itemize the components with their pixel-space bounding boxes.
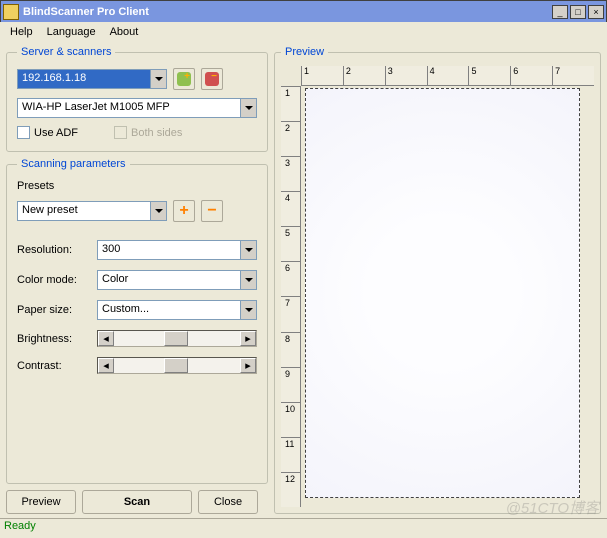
brightness-thumb[interactable] xyxy=(164,331,188,346)
add-server-button[interactable] xyxy=(173,68,195,90)
resolution-combo[interactable]: 300 xyxy=(97,240,257,260)
ruler-tick: 1 xyxy=(301,66,343,85)
contrast-slider[interactable]: ◂ ▸ xyxy=(97,357,257,374)
close-button[interactable]: Close xyxy=(198,490,258,514)
ruler-tick: 11 xyxy=(281,437,300,472)
brightness-label: Brightness: xyxy=(17,333,97,345)
arrow-left-icon[interactable]: ◂ xyxy=(98,331,114,346)
brightness-track[interactable] xyxy=(114,331,240,346)
app-icon xyxy=(3,4,19,20)
chevron-down-icon[interactable] xyxy=(150,202,166,220)
server-scanners-legend: Server & scanners xyxy=(17,46,115,58)
preview-group: Preview 1234567 123456789101112 xyxy=(274,46,601,514)
remove-server-icon xyxy=(205,72,219,86)
remove-server-button[interactable] xyxy=(201,68,223,90)
both-sides-label: Both sides xyxy=(131,127,182,139)
preset-value: New preset xyxy=(18,202,150,220)
contrast-track[interactable] xyxy=(114,358,240,373)
ruler-tick: 6 xyxy=(510,66,552,85)
arrow-left-icon[interactable]: ◂ xyxy=(98,358,114,373)
status-text: Ready xyxy=(4,520,36,532)
ruler-vertical: 123456789101112 xyxy=(281,86,301,507)
scanner-value: WIA-HP LaserJet M1005 MFP xyxy=(18,99,240,117)
both-sides-checkbox xyxy=(114,126,127,139)
ruler-tick: 2 xyxy=(281,121,300,156)
preview-page[interactable] xyxy=(305,88,580,498)
colormode-label: Color mode: xyxy=(17,274,97,286)
remove-preset-button[interactable]: − xyxy=(201,200,223,222)
ruler-tick: 5 xyxy=(468,66,510,85)
statusbar: Ready xyxy=(0,518,607,536)
ruler-tick: 5 xyxy=(281,226,300,261)
scanning-parameters-group: Scanning parameters Presets New preset +… xyxy=(6,158,268,484)
titlebar[interactable]: BlindScanner Pro Client _ □ × xyxy=(0,0,607,22)
arrow-right-icon[interactable]: ▸ xyxy=(240,358,256,373)
scanner-combo[interactable]: WIA-HP LaserJet M1005 MFP xyxy=(17,98,257,118)
ruler-tick: 3 xyxy=(281,156,300,191)
menu-help[interactable]: Help xyxy=(4,24,39,40)
ruler-tick: 1 xyxy=(281,86,300,121)
ruler-tick: 12 xyxy=(281,472,300,507)
preview-button[interactable]: Preview xyxy=(6,490,76,514)
scan-button[interactable]: Scan xyxy=(82,490,192,514)
close-window-button[interactable]: × xyxy=(588,5,604,19)
server-ip-combo[interactable]: 192.168.1.18 xyxy=(17,69,167,89)
use-adf-checkbox[interactable] xyxy=(17,126,30,139)
menu-about[interactable]: About xyxy=(104,24,145,40)
preview-area[interactable]: 1234567 123456789101112 xyxy=(281,66,594,507)
menubar: Help Language About xyxy=(0,22,607,42)
server-ip-value: 192.168.1.18 xyxy=(18,70,150,88)
colormode-value: Color xyxy=(98,271,240,289)
chevron-down-icon[interactable] xyxy=(240,271,256,289)
minus-icon: − xyxy=(204,203,220,219)
arrow-right-icon[interactable]: ▸ xyxy=(240,331,256,346)
ruler-tick: 4 xyxy=(281,191,300,226)
action-buttons: Preview Scan Close xyxy=(6,490,268,514)
add-preset-button[interactable]: + xyxy=(173,200,195,222)
colormode-combo[interactable]: Color xyxy=(97,270,257,290)
contrast-label: Contrast: xyxy=(17,360,97,372)
ruler-tick: 6 xyxy=(281,261,300,296)
watermark: @51CTO博客 xyxy=(506,497,599,518)
resolution-value: 300 xyxy=(98,241,240,259)
ruler-tick: 7 xyxy=(552,66,594,85)
window-title: BlindScanner Pro Client xyxy=(23,6,552,18)
resolution-label: Resolution: xyxy=(17,244,97,256)
maximize-button[interactable]: □ xyxy=(570,5,586,19)
add-server-icon xyxy=(177,72,191,86)
preset-combo[interactable]: New preset xyxy=(17,201,167,221)
ruler-tick: 4 xyxy=(427,66,469,85)
preview-legend: Preview xyxy=(281,46,328,58)
ruler-tick: 2 xyxy=(343,66,385,85)
papersize-value: Custom... xyxy=(98,301,240,319)
ruler-tick: 10 xyxy=(281,402,300,437)
chevron-down-icon[interactable] xyxy=(150,70,166,88)
menu-language[interactable]: Language xyxy=(41,24,102,40)
ruler-tick: 9 xyxy=(281,367,300,402)
server-scanners-group: Server & scanners 192.168.1.18 WIA-HP La… xyxy=(6,46,268,152)
scanning-parameters-legend: Scanning parameters xyxy=(17,158,130,170)
papersize-combo[interactable]: Custom... xyxy=(97,300,257,320)
plus-icon: + xyxy=(176,203,192,219)
presets-label: Presets xyxy=(17,180,257,192)
minimize-button[interactable]: _ xyxy=(552,5,568,19)
chevron-down-icon[interactable] xyxy=(240,301,256,319)
chevron-down-icon[interactable] xyxy=(240,241,256,259)
contrast-thumb[interactable] xyxy=(164,358,188,373)
chevron-down-icon[interactable] xyxy=(240,99,256,117)
use-adf-label: Use ADF xyxy=(34,127,78,139)
ruler-tick: 8 xyxy=(281,332,300,367)
brightness-slider[interactable]: ◂ ▸ xyxy=(97,330,257,347)
ruler-tick: 7 xyxy=(281,296,300,331)
ruler-horizontal: 1234567 xyxy=(301,66,594,86)
papersize-label: Paper size: xyxy=(17,304,97,316)
ruler-tick: 3 xyxy=(385,66,427,85)
